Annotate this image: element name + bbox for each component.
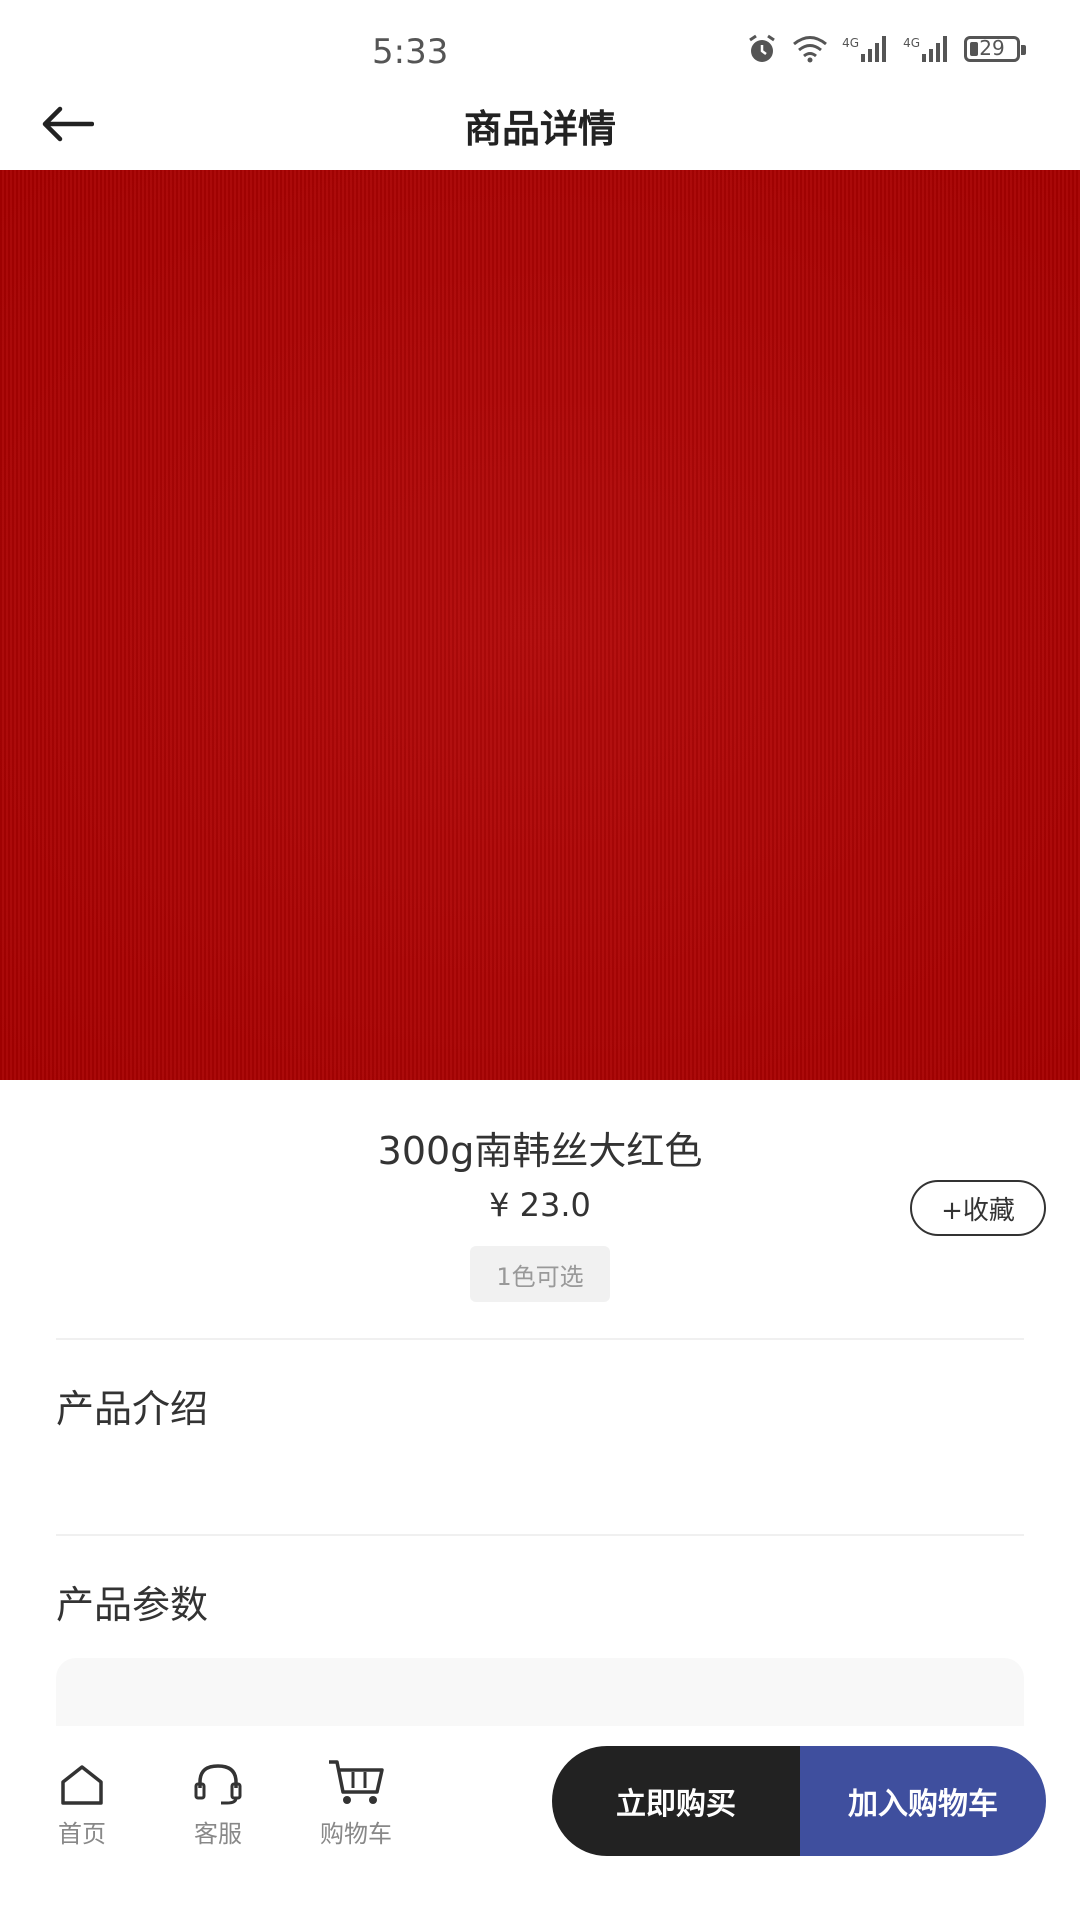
headset-icon xyxy=(194,1764,242,1805)
add-to-cart-button[interactable]: 加入购物车 xyxy=(800,1746,1046,1856)
wifi-icon xyxy=(792,35,828,63)
home-icon xyxy=(61,1765,103,1805)
nav-item-cart[interactable]: 购物车 xyxy=(296,1748,416,1849)
cellular-signal-icon-2: 4G xyxy=(903,36,950,62)
section-title-intro: 产品介绍 xyxy=(56,1387,209,1431)
page-title: 商品详情 xyxy=(463,107,616,151)
divider xyxy=(56,1338,1024,1340)
alarm-icon xyxy=(746,34,778,64)
product-image[interactable] xyxy=(0,170,1080,1080)
purchase-actions: 立即购买 加入购物车 xyxy=(552,1746,1046,1856)
cart-icon xyxy=(329,1760,384,1804)
product-name: 300g南韩丝大红色 xyxy=(377,1129,703,1173)
battery-level: 29 xyxy=(979,36,1005,60)
bottom-bar: 首页 客服 购物车 立即购买 加入购物车 xyxy=(0,1726,1080,1920)
status-icons: 4G 4G 29 xyxy=(746,34,1026,64)
divider xyxy=(56,1534,1024,1536)
buy-now-button[interactable]: 立即购买 xyxy=(552,1746,800,1856)
section-title-params: 产品参数 xyxy=(56,1583,209,1627)
favorite-button[interactable]: +收藏 xyxy=(910,1180,1046,1236)
cellular-signal-icon: 4G xyxy=(842,36,889,62)
status-time: 5:33 xyxy=(372,32,449,72)
nav-item-customer-service[interactable]: 客服 xyxy=(158,1748,278,1849)
color-option-tag[interactable]: 1色可选 xyxy=(470,1246,610,1302)
title-bar: 商品详情 xyxy=(0,80,1080,170)
battery-icon: 29 xyxy=(964,36,1026,62)
nav-item-home[interactable]: 首页 xyxy=(22,1748,142,1849)
